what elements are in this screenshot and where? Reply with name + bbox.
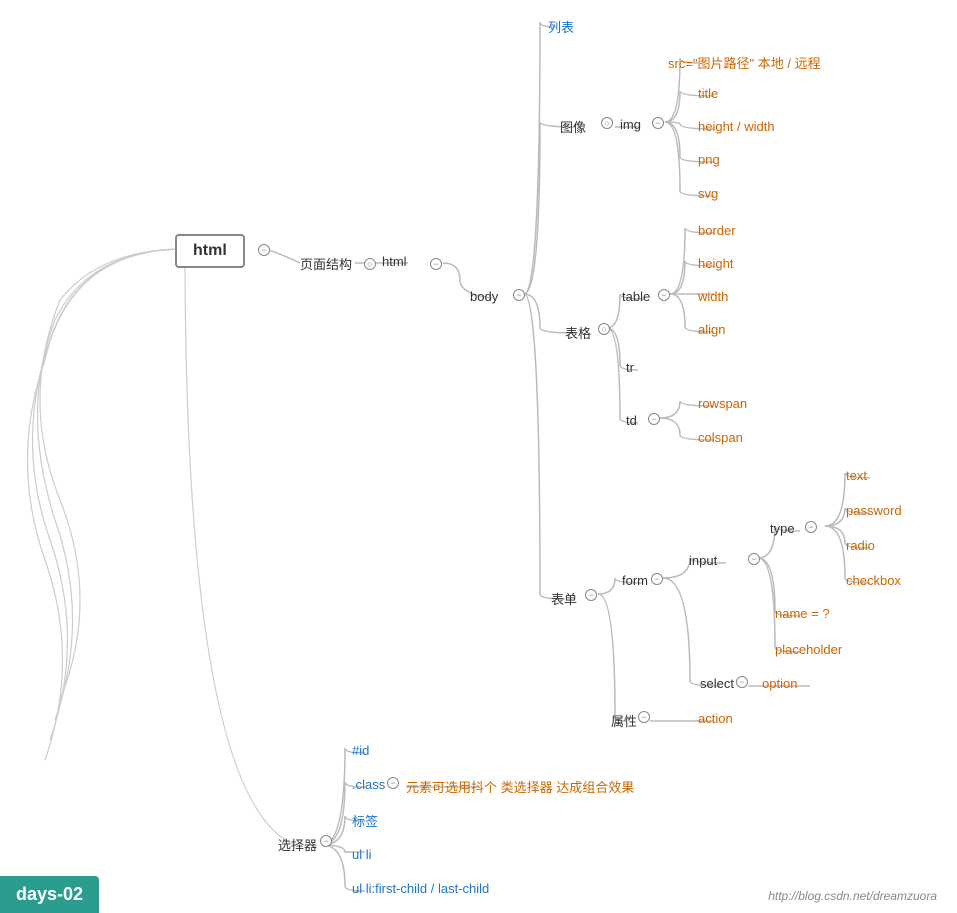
collapse-class[interactable]: − — [387, 777, 399, 789]
node-ul-li: ul li — [352, 847, 372, 862]
node-class-sel: .class — [352, 777, 385, 792]
collapse-input[interactable]: − — [748, 553, 760, 565]
collapse-body[interactable]: − — [513, 289, 525, 301]
collapse-图像[interactable]: ○ — [601, 117, 613, 129]
node-png: png — [698, 152, 720, 167]
node-td: td — [626, 413, 637, 428]
node-table: table — [622, 289, 650, 304]
node-src: src="图片路径" 本地 / 远程 — [668, 53, 821, 72]
node-页面结构: 页面结构 — [300, 254, 352, 273]
bottom-url: http://blog.csdn.net/dreamzuora — [768, 889, 937, 903]
node-type: type — [770, 521, 795, 536]
node-select: select — [700, 676, 734, 691]
node-password: password — [846, 503, 902, 518]
collapse-html[interactable]: − — [430, 258, 442, 270]
collapse-td[interactable]: − — [648, 413, 660, 425]
node-表格: 表格 — [565, 323, 591, 342]
days-badge: days-02 — [0, 876, 99, 913]
node-checkbox: checkbox — [846, 573, 901, 588]
node-height-t: height — [698, 256, 733, 271]
collapse-选择器[interactable]: − — [320, 835, 332, 847]
collapse-select[interactable]: − — [736, 676, 748, 688]
node-text-t: text — [846, 468, 867, 483]
node-列表: 列表 — [548, 17, 574, 36]
node-svg: svg — [698, 186, 718, 201]
node-title-img: title — [698, 86, 718, 101]
collapse-表单[interactable]: − — [585, 589, 597, 601]
node-rowspan: rowspan — [698, 396, 747, 411]
node-标签-sel: 标签 — [352, 811, 378, 830]
collapse-属性[interactable]: − — [638, 711, 650, 723]
node-属性: 属性 — [611, 711, 637, 730]
root-node: html — [175, 234, 245, 268]
collapse-form[interactable]: − — [651, 573, 663, 585]
node-width-t: width — [698, 289, 728, 304]
node-tr: tr — [626, 360, 634, 375]
collapse-img[interactable]: − — [652, 117, 664, 129]
node-html-tag: html — [382, 254, 407, 269]
node-class-desc: 元素可选用抖个 类选择器 达成组合效果 — [406, 777, 634, 796]
collapse-页面结构[interactable]: ○ — [364, 258, 376, 270]
node-align-t: align — [698, 322, 725, 337]
node-图像: 图像 — [560, 117, 586, 136]
collapse-表格[interactable]: ○ — [598, 323, 610, 335]
node-action: action — [698, 711, 733, 726]
collapse-type[interactable]: − — [805, 521, 817, 533]
node-body: body — [470, 289, 498, 304]
node-img: img — [620, 117, 641, 132]
node-选择器: 选择器 — [278, 835, 317, 854]
node-option: option — [762, 676, 797, 691]
node-colspan: colspan — [698, 430, 743, 445]
node-name-eq: name = ? — [775, 606, 830, 621]
node-input: input — [689, 553, 717, 568]
root-collapse-btn[interactable]: − — [258, 244, 270, 256]
node-border: border — [698, 223, 736, 238]
node-placeholder: placeholder — [775, 642, 842, 657]
node-表单: 表单 — [551, 589, 577, 608]
root-label: html — [193, 242, 227, 259]
node-ul-li-fc: ul li:first-child / last-child — [352, 881, 489, 896]
node-radio: radio — [846, 538, 875, 553]
collapse-table[interactable]: − — [658, 289, 670, 301]
node-id-sel: #id — [352, 743, 369, 758]
node-hw: height / width — [698, 119, 775, 134]
node-form: form — [622, 573, 648, 588]
mindmap-container: html − 页面结构 ○ html − body − 列表 图像 ○ img … — [0, 0, 957, 913]
